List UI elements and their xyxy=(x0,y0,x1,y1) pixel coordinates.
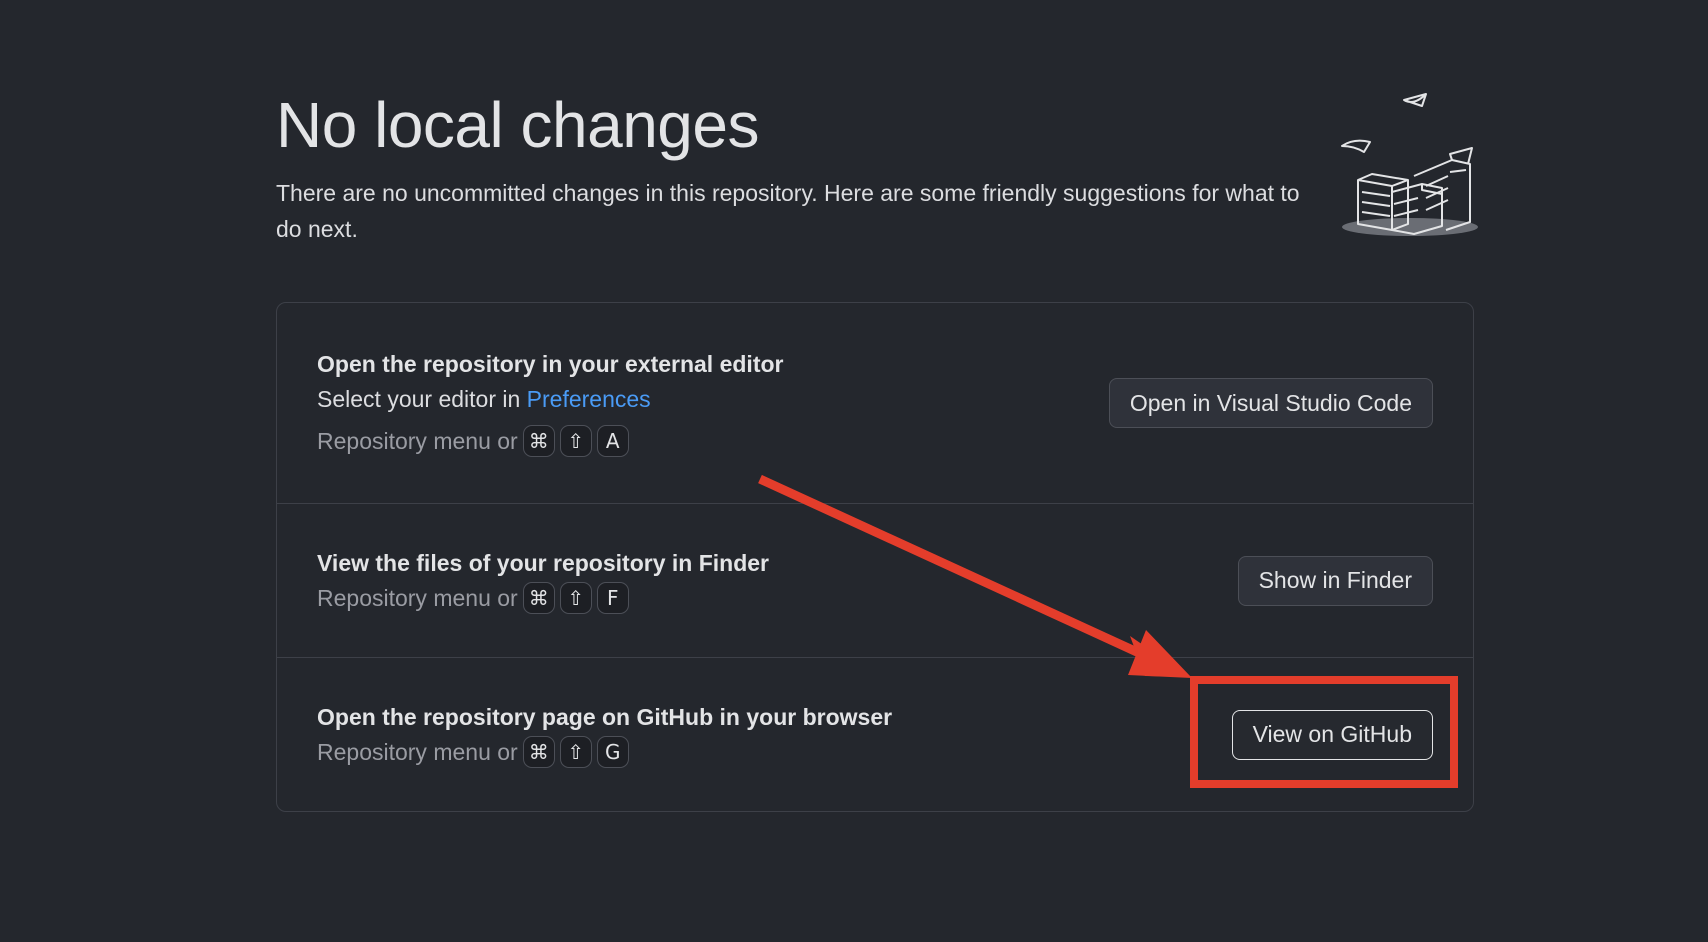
suggestion-title: View the files of your repository in Fin… xyxy=(317,549,769,576)
blank-slate-header: No local changes There are no uncommitte… xyxy=(276,85,1476,247)
hint-text: Repository menu or xyxy=(317,738,518,765)
open-in-editor-button[interactable]: Open in Visual Studio Code xyxy=(1108,378,1433,428)
letter-key: A xyxy=(596,425,629,457)
letter-key: G xyxy=(596,735,629,768)
shortcut-hint: Repository menu or ⌘ ⇧ F xyxy=(317,580,769,616)
page-title: No local changes xyxy=(276,89,759,161)
suggestion-open-editor: Open the repository in your external edi… xyxy=(277,303,1473,503)
command-key-icon: ⌘ xyxy=(522,425,555,457)
preferences-link[interactable]: Preferences xyxy=(527,386,651,412)
shortcut-hint: Repository menu or ⌘ ⇧ A xyxy=(317,423,783,459)
suggestion-title: Open the repository page on GitHub in yo… xyxy=(317,703,893,730)
shift-key-icon: ⇧ xyxy=(559,425,592,457)
suggestion-title: Open the repository in your external edi… xyxy=(317,351,784,377)
command-key-icon: ⌘ xyxy=(522,735,555,768)
page-subtitle: There are no uncommitted changes in this… xyxy=(276,180,1300,242)
suggestion-text: View the files of your repository in Fin… xyxy=(317,546,769,616)
shortcut-hint: Repository menu or ⌘ ⇧ G xyxy=(317,734,892,770)
no-changes-view: No local changes There are no uncommitte… xyxy=(0,0,1708,942)
suggestion-text: Open the repository page on GitHub in yo… xyxy=(317,700,892,770)
suggestion-show-in-finder: View the files of your repository in Fin… xyxy=(277,503,1473,657)
shift-key-icon: ⇧ xyxy=(559,735,592,768)
annotation-highlight-box xyxy=(1190,676,1458,788)
hint-text: Repository menu or xyxy=(317,584,518,611)
show-in-finder-button[interactable]: Show in Finder xyxy=(1237,555,1433,606)
letter-key: F xyxy=(596,581,629,614)
suggestion-text: Open the repository in your external edi… xyxy=(317,347,783,459)
shift-key-icon: ⇧ xyxy=(559,581,592,614)
hint-text: Repository menu or xyxy=(317,428,518,454)
suggestion-description: Select your editor in Preferences xyxy=(317,381,783,417)
paper-stacks-illustration xyxy=(1341,93,1478,236)
command-key-icon: ⌘ xyxy=(522,581,555,614)
description-text: Select your editor in xyxy=(317,386,527,412)
